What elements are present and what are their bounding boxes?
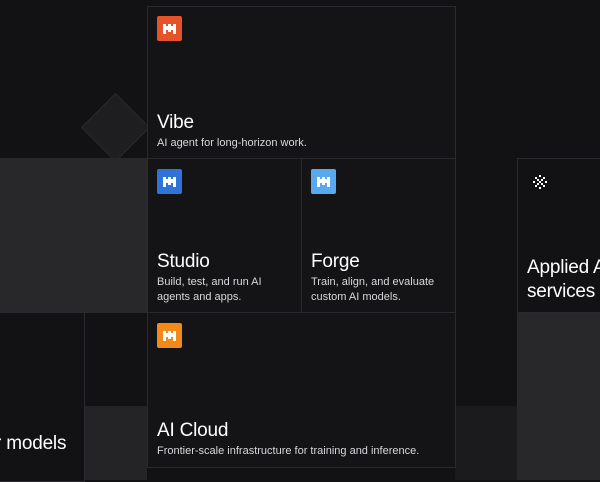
studio-title: Studio xyxy=(157,251,210,272)
applied-title-line2: services xyxy=(527,281,596,302)
sparkle-icon xyxy=(533,175,547,189)
forge-title: Forge xyxy=(311,251,360,272)
applied-title-line1: Applied A xyxy=(527,257,600,278)
vibe-title: Vibe xyxy=(157,112,194,133)
models-card-title: r models xyxy=(0,433,67,454)
studio-description: Build, test, and run AI agents and apps. xyxy=(157,276,262,303)
ai-cloud-description: Frontier-scale infrastructure for traini… xyxy=(157,445,420,457)
ai-cloud-logo-icon xyxy=(157,323,182,348)
bg-panel-lower-right xyxy=(455,406,518,480)
models-card[interactable]: r models xyxy=(0,312,85,482)
applied-ai-services-card[interactable]: Applied A services xyxy=(517,158,600,313)
vibe-description: AI agent for long-horizon work. xyxy=(157,137,307,149)
bg-panel-right xyxy=(517,312,600,480)
ai-cloud-card[interactable]: AI Cloud Frontier-scale infrastructure f… xyxy=(147,312,456,468)
vibe-card[interactable]: Vibe AI agent for long-horizon work. xyxy=(147,6,456,159)
forge-logo-icon xyxy=(311,169,336,194)
forge-description: Train, align, and evaluate custom AI mod… xyxy=(311,276,435,303)
bg-diamond xyxy=(80,92,151,163)
forge-card[interactable]: Forge Train, align, and evaluate custom … xyxy=(301,158,456,313)
ai-cloud-title: AI Cloud xyxy=(157,420,229,441)
bg-panel-lower-left xyxy=(85,406,147,480)
vibe-logo-icon xyxy=(157,16,182,41)
bg-panel-left xyxy=(0,158,147,313)
studio-logo-icon xyxy=(157,169,182,194)
studio-card[interactable]: Studio Build, test, and run AI agents an… xyxy=(147,158,302,313)
